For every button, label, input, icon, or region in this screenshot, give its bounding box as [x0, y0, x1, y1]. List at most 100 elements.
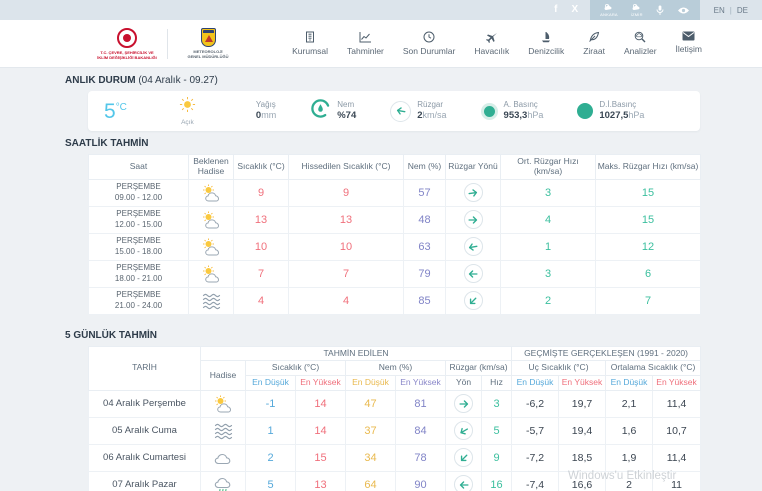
nav-item-tahminler[interactable]: Tahminler	[347, 31, 384, 56]
hourly-section-title: SAATLİK TAHMİN	[65, 138, 149, 149]
date-cell: 07 Aralık Pazar	[88, 470, 201, 491]
feather-icon	[588, 31, 600, 43]
temperature-cell: 10	[233, 232, 289, 261]
avg-wind-cell: 3	[500, 259, 596, 288]
building-icon	[304, 31, 316, 43]
wind-direction-icon	[454, 448, 473, 468]
nav-item-analizler[interactable]: Analizler	[624, 31, 657, 56]
col-avg-max: En Yüksek	[651, 375, 702, 391]
weather-icon-cell	[188, 232, 234, 261]
weather-icon-cell	[188, 259, 234, 288]
col-average: Ortalama Sıcaklık (°C)	[604, 360, 702, 377]
nav-item-iletisim[interactable]: İletişim	[676, 31, 702, 56]
temp-min-cell: 2	[245, 443, 296, 472]
wind-direction-cell	[445, 205, 501, 234]
humidity-min-cell: 64	[345, 470, 396, 491]
temp-max-cell: 13	[295, 470, 346, 491]
mgm-shield-icon	[200, 28, 216, 47]
max-wind-cell: 15	[595, 178, 701, 207]
hourly-row: PERŞEMBE 21.00 - 24.00 4 4 85 2 7	[88, 286, 701, 315]
city-weather-widget-ankara[interactable]: ANKARA	[600, 3, 618, 17]
col-temp: Sıcaklık (°C)	[245, 360, 346, 377]
current-pressure-sea-level: D.İ.Basınç 1027,5hPa	[577, 100, 644, 122]
wind-direction-icon	[463, 183, 483, 203]
col-hum-min: En Düşük	[345, 375, 396, 391]
site-header: T.C. ÇEVRE, ŞEHİRCİLİK VE İKLİM DEĞİŞİKLİ…	[0, 20, 762, 68]
pressure-dot-icon	[577, 103, 594, 119]
extreme-min-cell: -7,2	[511, 443, 559, 472]
daily-row: 04 Aralık Perşembe -1 14 47 81 3 -6,2 19,7 2,1 11…	[88, 389, 702, 418]
sun-cloud-mini-icon	[631, 3, 642, 11]
wind-speed-cell: 5	[481, 416, 512, 445]
wind-direction-cell	[445, 178, 501, 207]
lang-en[interactable]: EN	[714, 6, 725, 15]
site-logos[interactable]: T.C. ÇEVRE, ŞEHİRCİLİK VE İKLİM DEĞİŞİKLİ…	[95, 27, 240, 60]
voice-search-button[interactable]	[656, 5, 664, 16]
sail-icon	[540, 31, 552, 43]
social-links: f X	[542, 0, 590, 20]
lang-de[interactable]: DE	[737, 6, 748, 15]
weather-icon-cell	[200, 470, 246, 491]
feels-like-cell: 7	[288, 259, 404, 288]
nav-item-denizcilik[interactable]: Denizcilik	[528, 31, 564, 56]
nav-item-son-durumlar[interactable]: Son Durumlar	[403, 31, 455, 56]
weather-icon-cell	[188, 286, 234, 315]
chart-icon	[359, 31, 372, 43]
feels-like-cell: 13	[288, 205, 404, 234]
humidity-max-cell: 78	[395, 443, 446, 472]
feels-like-cell: 4	[288, 286, 404, 315]
col-past: GEÇMİŞTE GERÇEKLEŞEN (1991 - 2020)	[510, 345, 702, 362]
humidity-cell: 85	[403, 286, 446, 315]
time-cell: PERŞEMBE 12.00 - 15.00	[88, 205, 189, 234]
col-ext-max: En Yüksek	[558, 375, 606, 391]
extreme-max-cell: 19,4	[558, 416, 606, 445]
wind-direction-cell	[445, 259, 501, 288]
wind-direction-icon	[463, 264, 483, 284]
extreme-min-cell: -7,4	[511, 470, 559, 491]
time-cell: PERŞEMBE 09.00 - 12.00	[88, 178, 189, 207]
col-wind-speed: Hız	[481, 375, 512, 391]
avg-wind-cell: 4	[500, 205, 596, 234]
date-cell: 04 Aralık Perşembe	[88, 389, 201, 418]
humidity-min-cell: 47	[345, 389, 396, 418]
col-ext-min: En Düşük	[511, 375, 559, 391]
humidity-cell: 48	[403, 205, 446, 234]
topbar-tools: ANKARA İZMİR	[590, 0, 700, 20]
wind-direction-cell	[445, 470, 482, 491]
top-bar: f X ANKARA İZMİR EN | DE	[0, 0, 762, 20]
weather-icon-cell	[200, 389, 246, 418]
daily-row: 06 Aralık Cumartesi 2 15 34 78 9 -7,2 18,5 1,9 11…	[88, 443, 702, 472]
accessibility-button[interactable]	[677, 6, 690, 15]
hourly-row: PERŞEMBE 15.00 - 18.00 10 10 63 1 12	[88, 232, 701, 261]
temp-min-cell: 1	[245, 416, 296, 445]
nav-item-ziraat[interactable]: Ziraat	[583, 31, 605, 56]
nav-item-kurumsal[interactable]: Kurumsal	[292, 31, 328, 56]
temp-max-cell: 14	[295, 389, 346, 418]
wind-direction-icon	[454, 394, 473, 414]
hourly-table-header: Saat Beklenen Hadise Sıcaklık (°C) Hissedil…	[88, 154, 701, 180]
city-weather-widget-izmir[interactable]: İZMİR	[631, 3, 643, 17]
max-wind-cell: 7	[595, 286, 701, 315]
temperature-cell: 9	[233, 178, 289, 207]
temp-min-cell: -1	[245, 389, 296, 418]
average-min-cell: 1,6	[605, 416, 653, 445]
hourly-column-header: Nem (%)	[403, 154, 446, 180]
col-event: Hadise	[200, 360, 246, 391]
max-wind-cell: 12	[595, 232, 701, 261]
hourly-row: PERŞEMBE 12.00 - 15.00 13 13 48 4 15	[88, 205, 701, 234]
feels-like-cell: 10	[288, 232, 404, 261]
wind-direction-cell	[445, 416, 482, 445]
current-conditions-card: 5°C Açık Yağış 0mm Nem %74 Rüzgar 2km/sa…	[88, 91, 700, 131]
x-twitter-icon[interactable]: X	[571, 5, 578, 15]
wind-speed-cell: 3	[481, 389, 512, 418]
temp-max-cell: 15	[295, 443, 346, 472]
ministry-seal-icon	[117, 27, 137, 48]
average-min-cell: 1,9	[605, 443, 653, 472]
lang-separator: |	[729, 5, 732, 15]
facebook-icon[interactable]: f	[554, 5, 557, 15]
humidity-max-cell: 84	[395, 416, 446, 445]
current-title-text: ANLIK DURUM	[65, 75, 136, 86]
nav-item-havacilik[interactable]: Havacılık	[474, 31, 509, 56]
hourly-column-header: Saat	[88, 154, 189, 180]
current-pressure-actual: A. Basınç 953,3hPa	[480, 100, 543, 122]
